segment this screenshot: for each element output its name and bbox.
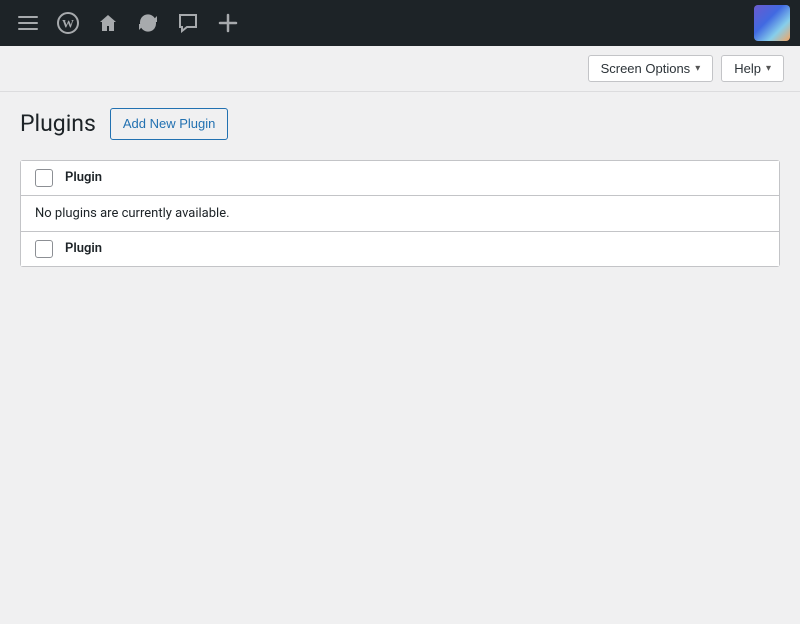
menu-toggle-icon[interactable] [10,5,46,41]
screen-options-label: Screen Options [601,62,691,75]
main-content: Plugins Add New Plugin Plugin No plugins… [0,92,800,283]
help-arrow-icon: ▾ [766,64,771,74]
select-all-footer-checkbox[interactable] [35,240,53,258]
new-content-icon[interactable] [210,5,246,41]
plugins-table: Plugin No plugins are currently availabl… [20,160,780,267]
plugin-column-header: Plugin [65,170,102,185]
add-new-plugin-button[interactable]: Add New Plugin [110,108,229,140]
table-footer-row: Plugin [21,232,779,266]
screen-options-button[interactable]: Screen Options ▾ [588,55,714,82]
home-icon[interactable] [90,5,126,41]
select-all-checkbox[interactable] [35,169,53,187]
table-header-row: Plugin [21,161,779,196]
screen-options-arrow-icon: ▾ [695,64,700,74]
page-title: Plugins [20,109,96,139]
no-plugins-message: No plugins are currently available. [21,196,779,232]
toolbar-row: Screen Options ▾ Help ▾ [0,46,800,92]
comments-icon[interactable] [170,5,206,41]
plugin-column-footer: Plugin [65,241,102,256]
avatar[interactable] [754,5,790,41]
help-label: Help [734,62,761,75]
help-button[interactable]: Help ▾ [721,55,784,82]
wp-logo-icon[interactable]: W [50,5,86,41]
svg-text:W: W [62,17,74,31]
admin-bar: W [0,0,800,46]
page-header: Plugins Add New Plugin [20,108,780,140]
updates-icon[interactable] [130,5,166,41]
